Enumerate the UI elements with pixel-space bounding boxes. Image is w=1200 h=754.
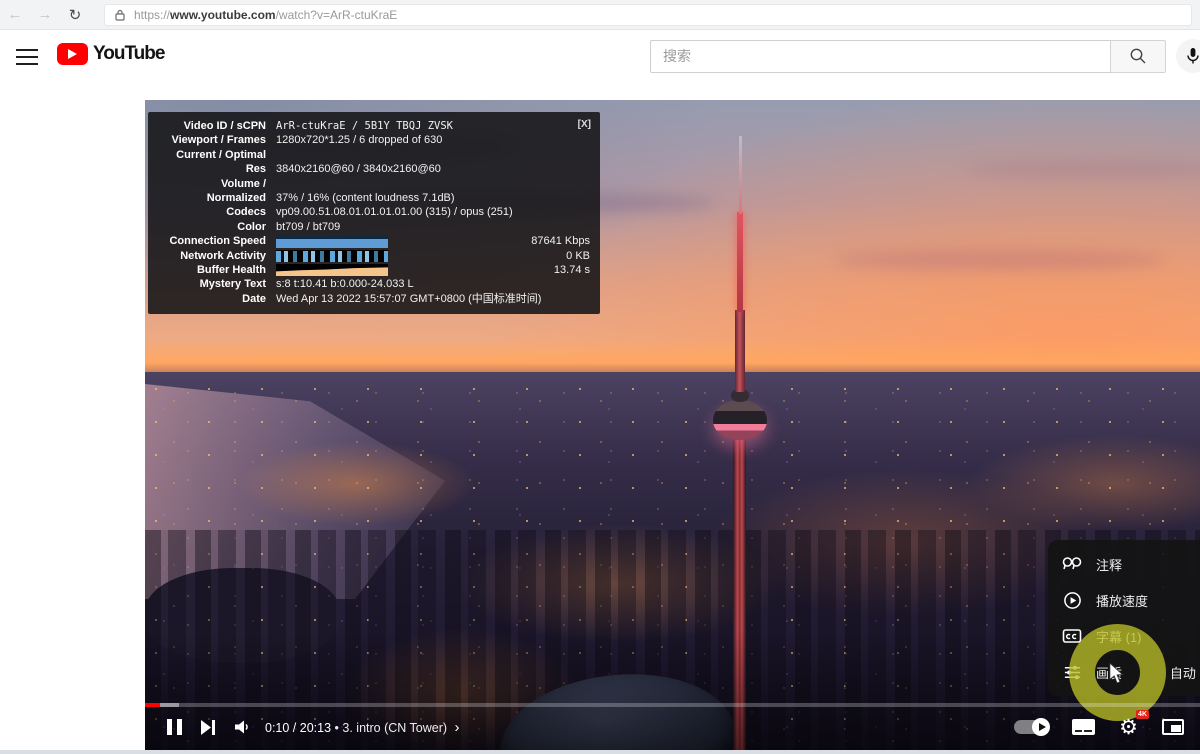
youtube-play-icon <box>57 43 88 65</box>
stats-value: 0 KB <box>566 249 590 263</box>
stats-label: Network Activity <box>156 249 266 263</box>
bottom-strip <box>0 750 1200 754</box>
pause-button[interactable] <box>157 710 191 744</box>
chapter-chevron-icon[interactable]: › <box>455 719 460 736</box>
menu-item-label: 注释 <box>1096 555 1122 574</box>
stats-row: Mystery Text s:8 t:10.41 b:0.000-24.033 L <box>156 277 590 291</box>
stats-close-button[interactable]: [X] <box>578 119 591 130</box>
stats-value: vp09.00.51.08.01.01.01.01.00 (315) / opu… <box>276 205 513 219</box>
url-text: https://www.youtube.com/watch?v=ArR-ctuK… <box>134 8 397 22</box>
stats-value: 37% / 16% (content loudness 7.1dB) <box>276 191 455 205</box>
stats-row: Network Activity 0 KB <box>156 249 590 263</box>
annotations-icon <box>1062 556 1082 572</box>
progress-bar[interactable] <box>145 703 1200 707</box>
stats-row: Codecs vp09.00.51.08.01.01.01.01.00 (315)… <box>156 205 590 219</box>
right-controls: ⚙ 4K <box>1014 717 1184 738</box>
stats-row: Buffer Health 13.74 s <box>156 263 590 277</box>
search-input[interactable] <box>650 40 1110 73</box>
time-display: 0:10 / 20:13 • 3. intro (CN Tower) › <box>265 719 460 736</box>
time-text: 0:10 / 20:13 <box>265 721 331 735</box>
video-player[interactable]: [X] Video ID / sCPN ArR-ctuKraE / 5B1Y TB… <box>145 100 1200 750</box>
stats-label: Viewport / Frames <box>156 133 266 147</box>
gear-icon: ⚙ <box>1119 717 1138 738</box>
address-bar[interactable]: https://www.youtube.com/watch?v=ArR-ctuK… <box>104 4 1192 26</box>
url-host: www.youtube.com <box>170 8 276 22</box>
stats-value: Wed Apr 13 2022 15:57:07 GMT+0800 (中国标准时… <box>276 292 541 306</box>
next-icon <box>201 720 216 735</box>
stats-row: Volume / Normalized 37% / 16% (content lo… <box>156 177 590 206</box>
search-button[interactable] <box>1110 40 1166 73</box>
network-activity-graph <box>276 250 388 262</box>
stats-value: s:8 t:10.41 b:0.000-24.033 L <box>276 277 414 291</box>
stats-row: Connection Speed 87641 Kbps <box>156 234 590 248</box>
stats-value: 87641 Kbps <box>531 234 590 248</box>
connection-speed-graph <box>276 236 388 248</box>
cn-tower-antenna <box>737 212 743 312</box>
back-button[interactable]: ← <box>0 6 30 23</box>
stats-label: Buffer Health <box>156 263 266 277</box>
menu-item-annotations[interactable]: 注释 <box>1048 546 1200 582</box>
stats-value: 13.74 s <box>554 263 590 277</box>
cn-tower-mast <box>735 310 745 392</box>
stats-row: Color bt709 / bt709 <box>156 220 590 234</box>
stats-label: Current / Optimal Res <box>156 148 266 177</box>
lock-icon <box>115 9 125 21</box>
stats-label: Mystery Text <box>156 277 266 291</box>
cn-tower-antenna-tip <box>739 136 742 214</box>
playback-speed-icon <box>1062 591 1082 610</box>
quality-current-value: 自动 21 <box>1170 663 1200 682</box>
autoplay-knob-icon <box>1032 718 1050 736</box>
youtube-header: YouTube <box>0 30 1200 82</box>
stats-value: ArR-ctuKraE / 5B1Y TBQJ ZVSK <box>276 119 453 133</box>
mic-icon <box>1185 47 1200 65</box>
quality-4k-badge: 4K <box>1136 710 1149 719</box>
played-progress <box>145 703 160 707</box>
volume-icon <box>233 718 251 736</box>
reload-button[interactable]: ↻ <box>60 6 90 24</box>
menu-button[interactable] <box>16 49 38 70</box>
url-scheme: https:// <box>134 8 170 22</box>
menu-item-label: 播放速度 <box>1096 591 1148 610</box>
url-path: /watch?v=ArR-ctuKraE <box>276 8 398 22</box>
stats-label: Codecs <box>156 205 266 219</box>
stats-row: Current / Optimal Res 3840x2160@60 / 3840… <box>156 148 590 177</box>
mouse-cursor <box>1109 663 1125 685</box>
stats-value: 3840x2160@60 / 3840x2160@60 <box>276 162 441 176</box>
stats-row: Date Wed Apr 13 2022 15:57:07 GMT+0800 (中… <box>156 292 590 306</box>
stats-label: Date <box>156 292 266 306</box>
youtube-logo[interactable]: YouTube <box>57 43 164 65</box>
cloud <box>835 250 1165 270</box>
next-button[interactable] <box>191 710 225 744</box>
player-controls: 0:10 / 20:13 • 3. intro (CN Tower) › ⚙ 4… <box>145 708 1200 746</box>
search-icon <box>1129 47 1147 65</box>
stats-row: Viewport / Frames 1280x720*1.25 / 6 dropp… <box>156 133 590 147</box>
subtitles-button[interactable] <box>1072 719 1095 735</box>
stats-label: Color <box>156 220 266 234</box>
search-form <box>650 39 1200 73</box>
miniplayer-button[interactable] <box>1162 719 1184 735</box>
mic-button[interactable] <box>1176 39 1200 73</box>
settings-button[interactable]: ⚙ 4K <box>1119 717 1138 738</box>
youtube-logo-text: YouTube <box>93 43 164 65</box>
stats-label: Video ID / sCPN <box>156 119 266 133</box>
menu-item-playback-speed[interactable]: 播放速度 <box>1048 582 1200 618</box>
autoplay-toggle[interactable] <box>1014 720 1048 734</box>
browser-toolbar: ← → ↻ https://www.youtube.com/watch?v=Ar… <box>0 0 1200 30</box>
chapter-title[interactable]: 3. intro (CN Tower) <box>342 721 447 735</box>
stats-value: bt709 / bt709 <box>276 220 340 234</box>
stats-value: 1280x720*1.25 / 6 dropped of 630 <box>276 133 442 147</box>
stats-label: Connection Speed <box>156 234 266 248</box>
forward-button[interactable]: → <box>30 6 60 23</box>
time-chapter-dot: • <box>335 721 339 735</box>
stats-for-nerds-panel: [X] Video ID / sCPN ArR-ctuKraE / 5B1Y TB… <box>148 112 600 314</box>
stats-row: Video ID / sCPN ArR-ctuKraE / 5B1Y TBQJ Z… <box>156 119 590 133</box>
stats-label: Volume / Normalized <box>156 177 266 206</box>
buffer-health-graph <box>276 264 388 276</box>
cn-tower-pod <box>713 400 767 440</box>
pause-icon <box>167 719 182 735</box>
volume-button[interactable] <box>225 710 259 744</box>
